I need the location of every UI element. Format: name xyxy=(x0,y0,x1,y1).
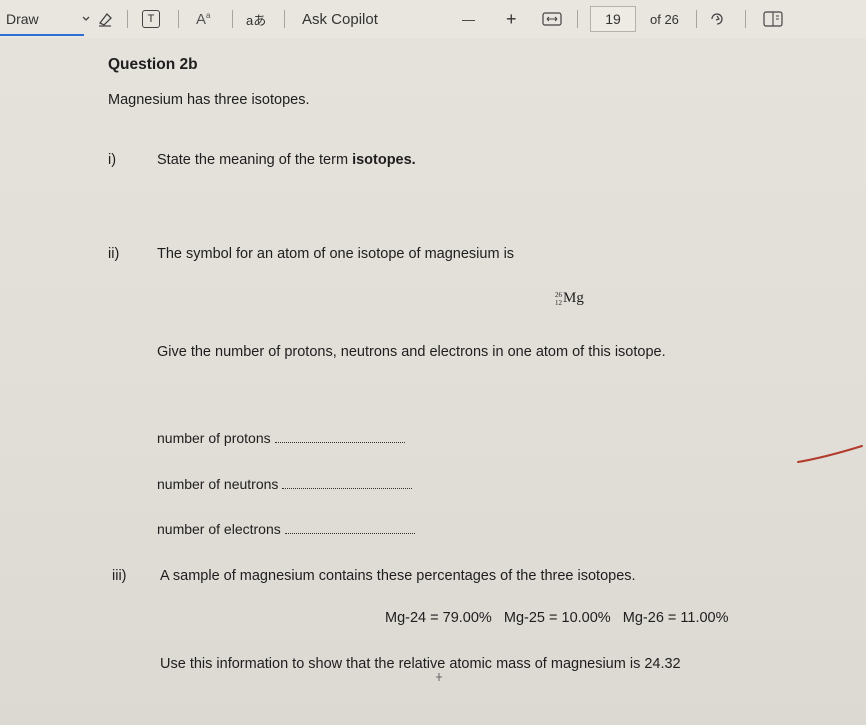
pen-annotation-stroke xyxy=(797,445,863,463)
part-i-text: State the meaning of the term xyxy=(157,152,353,168)
page-total: of 26 xyxy=(650,0,679,38)
electrons-line: number of electrons xyxy=(157,521,415,537)
draw-label: Draw xyxy=(6,11,39,27)
toolbar-divider xyxy=(232,10,233,28)
ask-copilot-button[interactable]: Ask Copilot xyxy=(302,0,378,38)
protons-label: number of protons xyxy=(157,430,271,446)
electrons-label: number of electrons xyxy=(157,521,281,537)
mass-number: 26 xyxy=(555,290,562,299)
toolbar-divider xyxy=(745,10,746,28)
isotope-symbol: 26 12 Mg xyxy=(555,290,584,307)
part-ii-question: The symbol for an atom of one isotope of… xyxy=(157,246,515,262)
neutrons-line: number of neutrons xyxy=(157,476,413,492)
isotope-numbers: 26 12 xyxy=(555,291,562,307)
part-iii-instruction: Use this information to show that the re… xyxy=(160,656,681,672)
protons-line: number of protons xyxy=(157,430,405,446)
minus-icon: — xyxy=(462,11,475,27)
text-box-icon: T xyxy=(142,10,160,28)
page-number-input[interactable]: 19 xyxy=(590,6,636,32)
add-text-button[interactable]: T xyxy=(142,0,160,38)
toolbar-divider xyxy=(284,10,285,28)
electrons-answer-line xyxy=(284,523,415,534)
plus-icon: + xyxy=(506,8,517,29)
part-iii-number: iii) xyxy=(112,568,127,584)
part-iii-question: A sample of magnesium contains these per… xyxy=(160,568,636,584)
toolbar-divider xyxy=(178,10,179,28)
rotate-icon xyxy=(711,13,723,25)
text-size-button[interactable]: Aa xyxy=(196,0,210,38)
neutrons-label: number of neutrons xyxy=(157,476,279,492)
part-ii-instruction: Give the number of protons, neutrons and… xyxy=(157,344,666,360)
eraser-button[interactable] xyxy=(96,0,114,38)
part-i-number: i) xyxy=(108,152,117,168)
page-number-value: 19 xyxy=(605,11,621,27)
rotate-button[interactable] xyxy=(708,0,726,38)
copilot-label: Ask Copilot xyxy=(302,10,378,28)
fit-width-icon xyxy=(542,12,562,26)
document-page: Question 2b Magnesium has three isotopes… xyxy=(0,38,866,725)
page-view-button[interactable] xyxy=(763,0,783,38)
pdf-toolbar: Draw T Aa aあ Ask Copilot — + 19 of 26 xyxy=(0,0,866,39)
toolbar-divider xyxy=(127,10,128,28)
part-ii-number: ii) xyxy=(108,246,120,262)
element-symbol: Mg xyxy=(563,290,584,306)
zoom-in-button[interactable]: + xyxy=(506,0,517,38)
isotope-percentages: Mg-24 = 79.00% Mg-25 = 10.00% Mg-26 = 11… xyxy=(385,610,729,626)
font-size-icon: Aa xyxy=(196,10,211,28)
translate-button[interactable]: aあ xyxy=(246,0,266,38)
atomic-number: 12 xyxy=(555,298,562,307)
intro-text: Magnesium has three isotopes. xyxy=(108,92,310,108)
page-total-label: of 26 xyxy=(650,11,679,27)
toolbar-divider xyxy=(577,10,578,28)
part-i-keyword: isotopes. xyxy=(352,152,416,168)
translate-icon: aあ xyxy=(246,12,267,28)
zoom-out-button[interactable]: — xyxy=(462,0,475,38)
draw-active-indicator xyxy=(0,34,84,36)
draw-dropdown[interactable]: Draw xyxy=(6,0,91,38)
part-i-question: State the meaning of the term isotopes. xyxy=(157,152,416,168)
question-heading: Question 2b xyxy=(108,56,198,73)
eraser-icon xyxy=(99,13,112,27)
toolbar-divider xyxy=(696,10,697,28)
two-page-view-icon xyxy=(763,11,783,27)
protons-answer-line xyxy=(274,432,405,443)
text-cursor-icon xyxy=(436,673,442,681)
chevron-down-icon xyxy=(82,16,90,21)
fit-page-button[interactable] xyxy=(542,0,562,38)
neutrons-answer-line xyxy=(282,478,413,489)
